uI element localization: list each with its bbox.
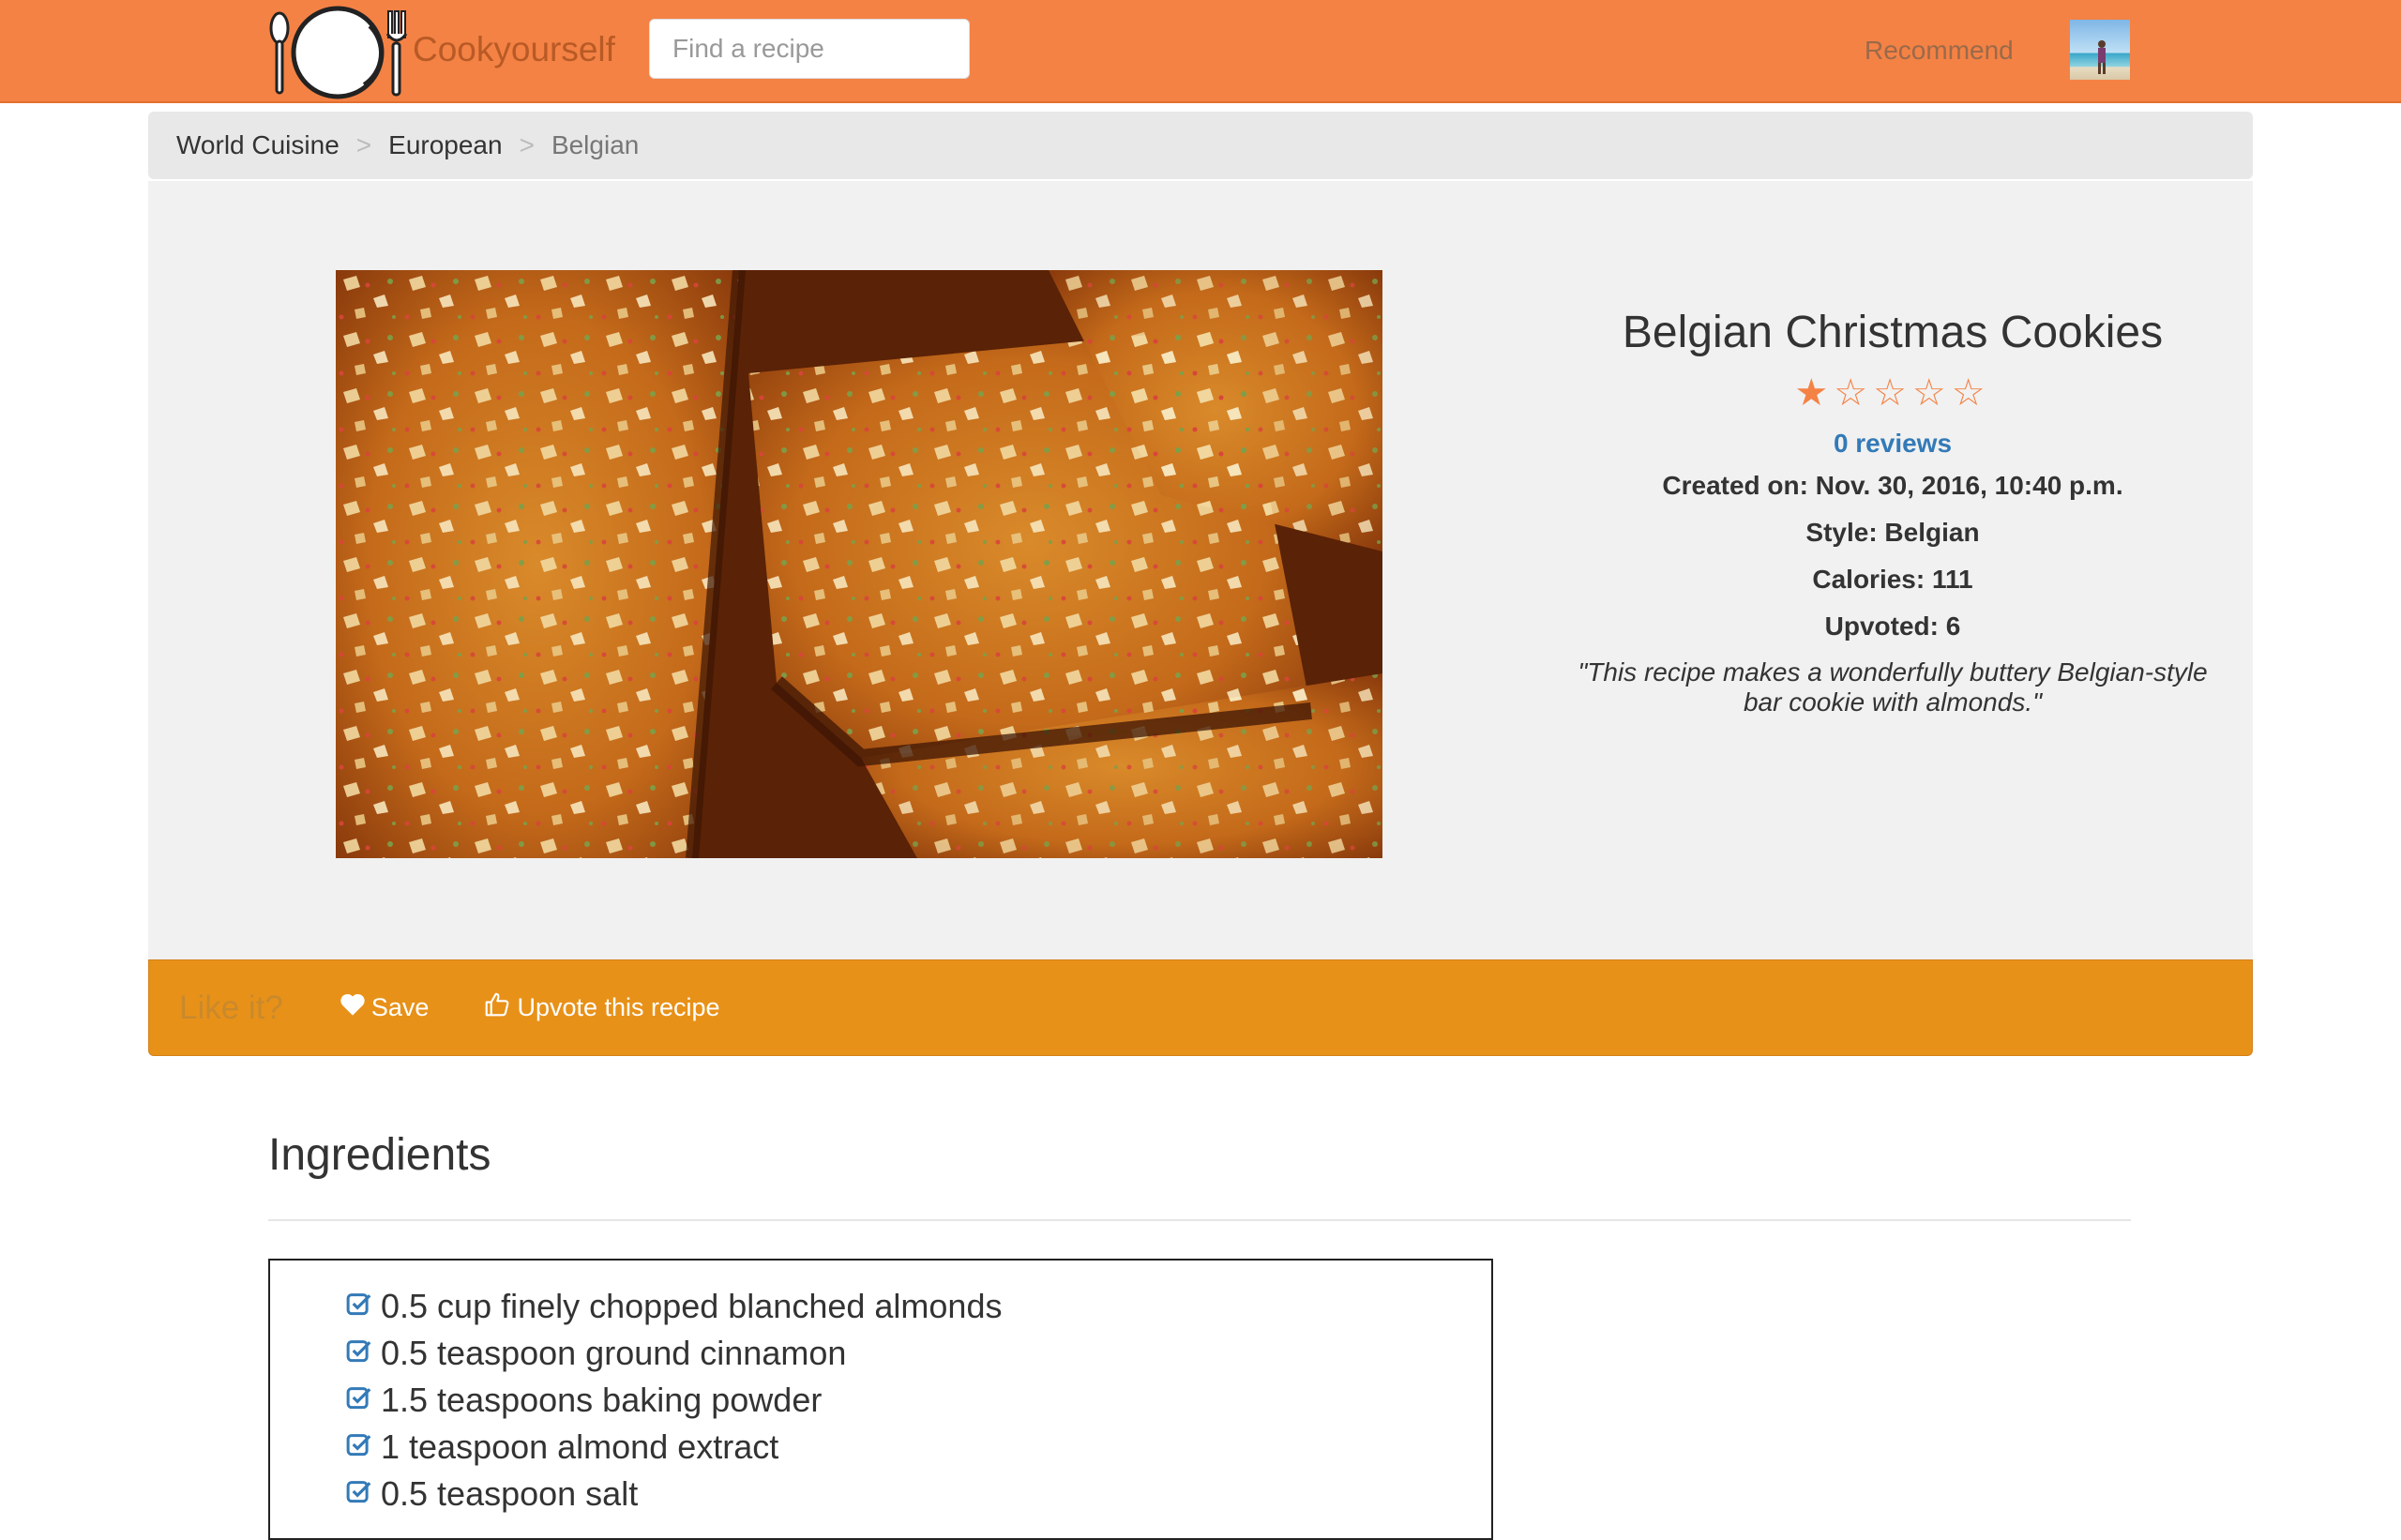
ingredient-item[interactable]: 0.5 teaspoon salt bbox=[345, 1471, 1491, 1517]
ingredient-item[interactable]: 0.5 cup finely chopped blanched almonds bbox=[345, 1283, 1491, 1330]
reviews-link[interactable]: 0 reviews bbox=[1555, 425, 2230, 462]
checked-checkbox-icon[interactable] bbox=[345, 1424, 381, 1471]
thumbs-up-icon bbox=[483, 990, 517, 1025]
top-navbar: Cookyourself Recommend bbox=[0, 0, 2401, 103]
ingredients-list: 0.5 cup finely chopped blanched almonds … bbox=[270, 1261, 1491, 1517]
breadcrumb-separator: > bbox=[355, 130, 372, 159]
ingredients-heading: Ingredients bbox=[268, 1130, 491, 1180]
ingredient-item[interactable]: 1.5 teaspoons baking powder bbox=[345, 1377, 1491, 1424]
ingredient-item[interactable]: 1 teaspoon almond extract bbox=[345, 1424, 1491, 1471]
section-divider bbox=[268, 1219, 2131, 1221]
ingredient-text: 0.5 teaspoon salt bbox=[381, 1474, 639, 1513]
ingredient-text: 0.5 teaspoon ground cinnamon bbox=[381, 1334, 847, 1372]
recipe-calories: Calories: 111 bbox=[1812, 565, 1973, 594]
checked-checkbox-icon[interactable] bbox=[345, 1377, 381, 1424]
save-button[interactable]: Save bbox=[340, 992, 430, 1023]
recipe-photo bbox=[336, 270, 1382, 858]
breadcrumb: World Cuisine > European > Belgian bbox=[148, 112, 2253, 179]
recipe-title: Belgian Christmas Cookies bbox=[1622, 308, 2164, 357]
ingredient-text: 1.5 teaspoons baking powder bbox=[381, 1381, 823, 1419]
ingredient-text: 0.5 cup finely chopped blanched almonds bbox=[381, 1287, 1003, 1325]
upvote-button[interactable]: Upvote this recipe bbox=[483, 990, 720, 1025]
breadcrumb-separator: > bbox=[519, 130, 535, 159]
checked-checkbox-icon[interactable] bbox=[345, 1330, 381, 1377]
ingredient-item[interactable]: 0.5 teaspoon ground cinnamon bbox=[345, 1330, 1491, 1377]
recipe-style: Style: Belgian bbox=[1805, 518, 1980, 547]
save-label: Save bbox=[370, 993, 430, 1021]
star-rating[interactable]: ★☆☆☆☆ bbox=[1555, 369, 2230, 417]
breadcrumb-european[interactable]: European bbox=[388, 130, 502, 160]
checked-checkbox-icon[interactable] bbox=[345, 1471, 381, 1517]
recipe-description: "This recipe makes a wonderfully buttery… bbox=[1578, 657, 2208, 717]
user-avatar[interactable] bbox=[2070, 20, 2130, 80]
created-date: Created on: Nov. 30, 2016, 10:40 p.m. bbox=[1662, 471, 2123, 500]
brand-name[interactable]: Cookyourself bbox=[413, 26, 615, 73]
like-prompt: Like it? bbox=[179, 989, 283, 1026]
recipe-search-input[interactable] bbox=[649, 19, 970, 79]
ingredients-box: 0.5 cup finely chopped blanched almonds … bbox=[268, 1259, 1493, 1540]
upvote-label: Upvote this recipe bbox=[517, 993, 720, 1021]
ingredient-text: 1 teaspoon almond extract bbox=[381, 1427, 779, 1466]
recipe-panel: Belgian Christmas Cookies ★☆☆☆☆ 0 review… bbox=[148, 181, 2253, 959]
recipe-upvotes: Upvoted: 6 bbox=[1824, 611, 1961, 641]
recommend-link[interactable]: Recommend bbox=[1865, 32, 2014, 69]
like-action-bar: Like it? Save Upvote this recipe bbox=[148, 959, 2253, 1056]
plate-logo-icon[interactable] bbox=[266, 6, 412, 99]
recipe-info: Belgian Christmas Cookies ★☆☆☆☆ 0 review… bbox=[1555, 303, 2230, 717]
breadcrumb-world-cuisine[interactable]: World Cuisine bbox=[176, 130, 340, 160]
heart-icon bbox=[340, 992, 371, 1023]
checked-checkbox-icon[interactable] bbox=[345, 1283, 381, 1330]
breadcrumb-belgian: Belgian bbox=[551, 130, 640, 159]
